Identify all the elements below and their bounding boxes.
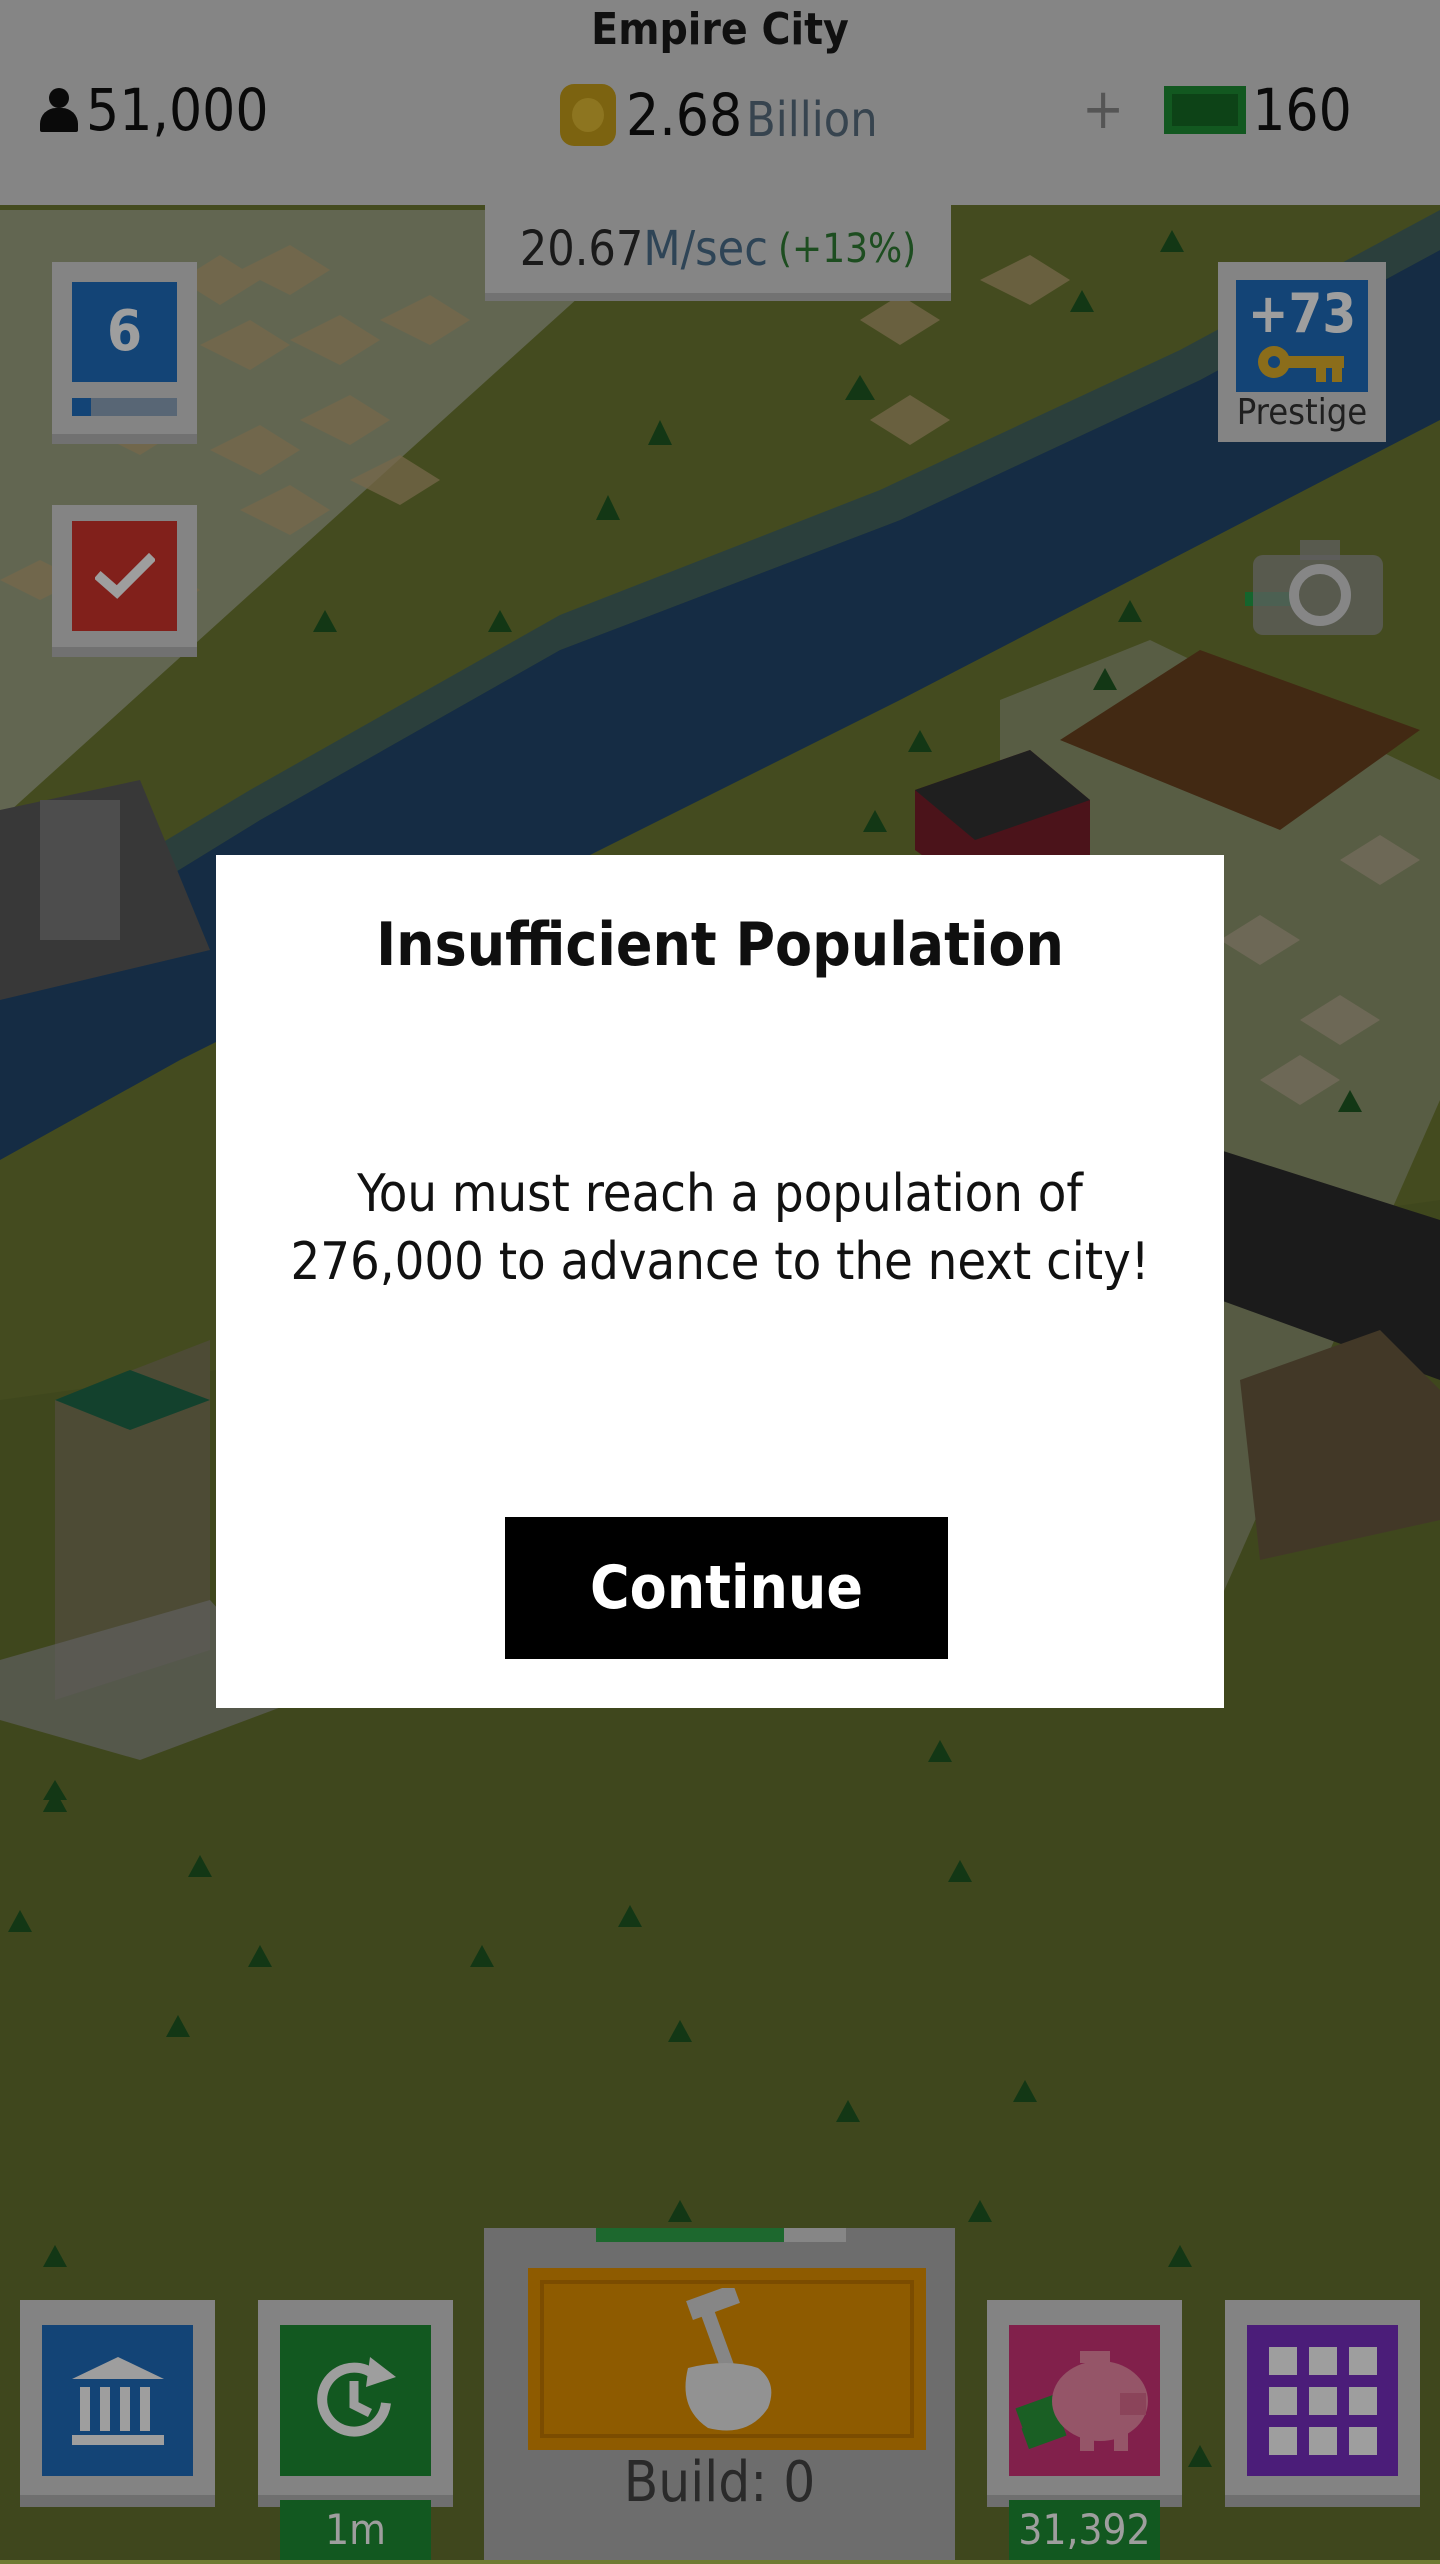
insufficient-population-dialog: Insufficient Population You must reach a… [216,855,1224,1708]
dialog-title: Insufficient Population [376,910,1064,980]
continue-button[interactable]: Continue [505,1517,948,1659]
dialog-message: You must reach a population of 276,000 t… [290,1164,1150,1292]
